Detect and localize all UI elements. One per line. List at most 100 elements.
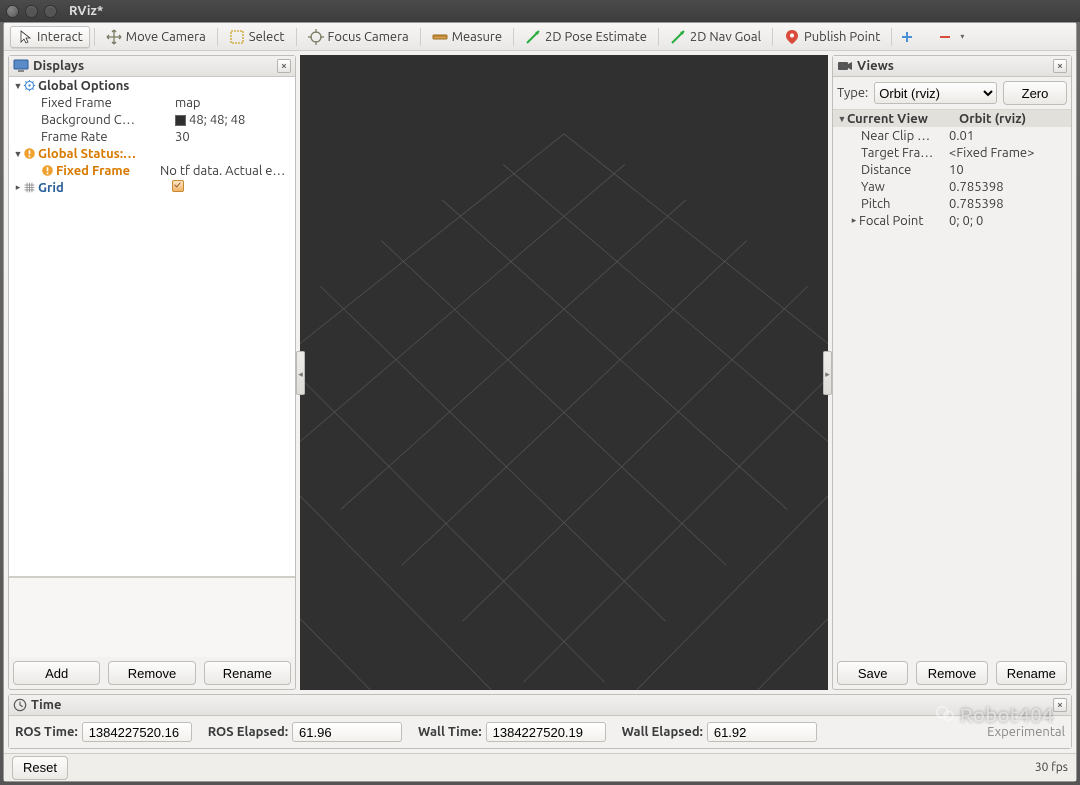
global-options-label[interactable]: Global Options [38,79,168,93]
clock-icon [13,698,27,712]
fps-readout: 30 fps [1035,761,1068,774]
move-camera-label: Move Camera [126,30,206,44]
minus-icon [937,29,953,45]
disclosure-triangle[interactable]: ▼ [13,81,23,91]
interact-tool[interactable]: Interact [10,26,90,48]
status-fixed-frame-label[interactable]: Fixed Frame [56,164,156,178]
ros-elapsed-field[interactable] [292,722,402,742]
current-view-value: Orbit (rviz) [955,112,1071,126]
pose-estimate-tool[interactable]: 2D Pose Estimate [518,26,654,48]
app-frame: Interact Move Camera Select Focus Camera [3,22,1077,782]
interact-label: Interact [37,30,83,44]
window-maximize-button[interactable] [44,5,57,18]
warning-icon [41,164,56,177]
focus-camera-icon [308,29,324,45]
ros-time-field[interactable] [82,722,192,742]
views-title: Views [857,59,894,73]
wall-time-label: Wall Time: [418,725,482,739]
ros-elapsed-label: ROS Elapsed: [208,725,288,739]
time-close-button[interactable]: × [1053,698,1067,712]
views-tree[interactable]: ▼ Current View Orbit (rviz) Near Clip …0… [833,110,1071,657]
remove-tool-button[interactable] [934,26,956,48]
add-button[interactable]: Add [13,661,100,685]
experimental-label: Experimental [987,725,1065,739]
wall-elapsed-label: Wall Elapsed: [622,725,703,739]
zero-button[interactable]: Zero [1003,81,1067,105]
measure-tool[interactable]: Measure [425,26,509,48]
remove-button[interactable]: Remove [108,661,195,685]
select-icon [229,29,245,45]
focus-camera-label: Focus Camera [328,30,409,44]
yaw-value[interactable]: 0.785398 [945,180,1071,194]
focus-camera-tool[interactable]: Focus Camera [301,26,416,48]
global-status-label[interactable]: Global Status:… [38,147,168,161]
wall-elapsed-field[interactable] [707,722,817,742]
disclosure-triangle[interactable]: ▼ [13,149,23,159]
pitch-value[interactable]: 0.785398 [945,197,1071,211]
dropdown-arrow-icon[interactable]: ▾ [960,32,964,41]
near-clip-label[interactable]: Near Clip … [861,129,945,143]
distance-label[interactable]: Distance [861,163,945,177]
select-tool[interactable]: Select [222,26,292,48]
disclosure-triangle[interactable]: ▼ [837,114,847,124]
background-color-value[interactable]: 48; 48; 48 [171,113,295,127]
move-camera-icon [106,29,122,45]
displays-tree[interactable]: ▼ Global Options Fixed Frame map Backgro… [9,77,295,577]
status-fixed-frame-value[interactable]: No tf data. Actual e… [156,164,295,178]
toolbar: Interact Move Camera Select Focus Camera [4,23,1076,51]
target-frame-value[interactable]: <Fixed Frame> [945,146,1071,160]
grid-icon [23,181,38,194]
color-swatch [175,115,186,126]
yaw-label[interactable]: Yaw [861,180,945,194]
views-rename-button[interactable]: Rename [996,661,1067,685]
3d-viewport[interactable] [300,55,828,690]
target-frame-label[interactable]: Target Fra… [861,146,945,160]
publish-point-label: Publish Point [804,30,880,44]
wall-time-field[interactable] [486,722,606,742]
rename-button[interactable]: Rename [204,661,291,685]
pitch-label[interactable]: Pitch [861,197,945,211]
save-button[interactable]: Save [837,661,908,685]
plus-icon [899,29,915,45]
frame-rate-value[interactable]: 30 [171,130,295,144]
near-clip-value[interactable]: 0.01 [945,129,1071,143]
window-close-button[interactable] [6,5,19,18]
camera-icon [837,60,853,72]
grid-label[interactable]: Grid [38,181,168,195]
current-view-header: Current View [847,112,955,126]
displays-close-button[interactable]: × [277,59,291,73]
displays-icon [13,59,29,73]
select-label: Select [249,30,285,44]
interact-icon [17,29,33,45]
grid-checkbox[interactable] [168,180,295,195]
view-type-select[interactable]: Orbit (rviz) [874,82,997,104]
views-type-label: Type: [837,86,868,100]
focal-point-label[interactable]: Focal Point [859,214,945,228]
background-color-label[interactable]: Background C… [41,113,171,127]
collapse-left-handle[interactable]: ◂ [296,351,305,395]
views-remove-button[interactable]: Remove [916,661,987,685]
nav-goal-label: 2D Nav Goal [690,30,761,44]
add-tool-button[interactable] [896,26,918,48]
fixed-frame-value[interactable]: map [171,96,295,110]
reset-button[interactable]: Reset [12,756,68,780]
fixed-frame-label[interactable]: Fixed Frame [41,96,171,110]
disclosure-triangle[interactable]: ▸ [13,182,23,193]
nav-goal-tool[interactable]: 2D Nav Goal [663,26,768,48]
distance-value[interactable]: 10 [945,163,1071,177]
pose-estimate-icon [525,29,541,45]
focal-point-value[interactable]: 0; 0; 0 [945,214,1071,228]
move-camera-tool[interactable]: Move Camera [99,26,213,48]
window-minimize-button[interactable] [25,5,38,18]
pose-estimate-label: 2D Pose Estimate [545,30,647,44]
window-titlebar: RViz* [0,0,1080,22]
disclosure-triangle[interactable]: ▸ [849,215,859,226]
frame-rate-label[interactable]: Frame Rate [41,130,171,144]
collapse-right-handle[interactable]: ▸ [823,351,832,395]
publish-point-icon [784,29,800,45]
views-panel: Views × Type: Orbit (rviz) Zero ▼ Curren… [832,55,1072,690]
views-close-button[interactable]: × [1053,59,1067,73]
publish-point-tool[interactable]: Publish Point [777,26,887,48]
description-area [9,577,295,657]
time-title: Time [31,698,61,712]
